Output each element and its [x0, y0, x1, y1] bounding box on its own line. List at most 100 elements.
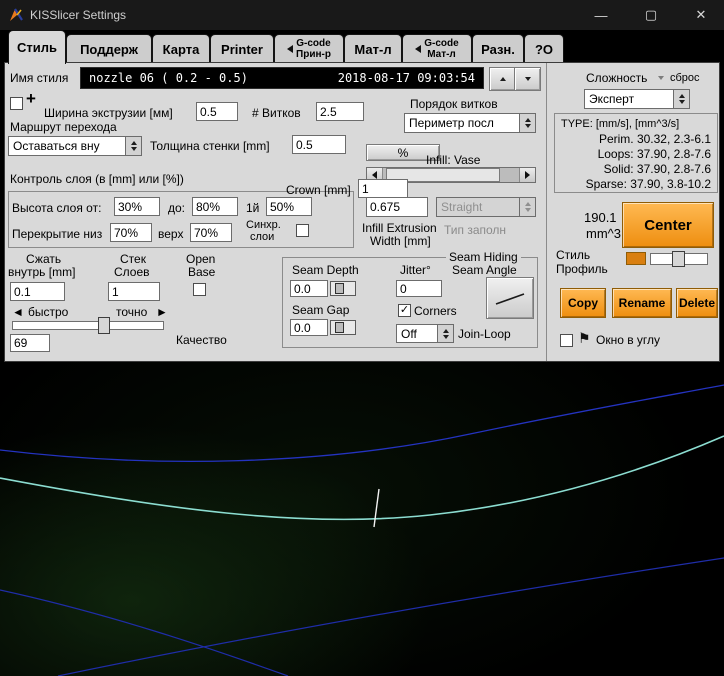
combo-arrows-icon — [125, 137, 141, 155]
inset-input[interactable] — [10, 282, 65, 301]
tab-gcode-printer[interactable]: G-code Прин-р — [274, 34, 344, 63]
layer-to-input[interactable] — [192, 197, 238, 216]
combo-arrows-icon — [437, 325, 453, 342]
loop-order-combo[interactable]: Периметр посл — [404, 113, 536, 133]
seam-marker-line — [374, 489, 379, 527]
speed-stats-box: TYPE: [mm/s], [mm^3/s] Perim. 30.32, 2.3… — [554, 113, 718, 193]
model-viewport[interactable] — [0, 362, 724, 676]
overlap-high-label: верх — [158, 227, 183, 241]
tab-style[interactable]: Стиль — [8, 30, 66, 64]
num-loops-input[interactable] — [316, 102, 364, 121]
quality-slider-track[interactable] — [12, 321, 164, 330]
quality-slider-thumb[interactable] — [98, 317, 110, 334]
fast-label: быстро — [28, 305, 68, 319]
perimeter-path-cyan — [0, 436, 724, 519]
num-loops-label: # Витков — [252, 106, 301, 120]
stack-label2: Слоев — [114, 265, 150, 279]
panel-divider — [546, 63, 547, 361]
toolpath-preview — [0, 362, 724, 676]
maximize-button[interactable]: ▢ — [628, 0, 674, 30]
layer-control-label: Контроль слоя (в [mm] или [%]) — [10, 172, 184, 186]
open-base-checkbox[interactable] — [193, 283, 206, 296]
fast-arrow-icon[interactable]: ◄ — [12, 305, 24, 319]
tab-gcode-material[interactable]: G-code Мат-л — [402, 34, 472, 63]
overlap-low-input[interactable] — [110, 223, 152, 242]
layer-from-input[interactable] — [114, 197, 160, 216]
combo-arrows-icon — [673, 90, 689, 108]
tab-misc-label: Разн. — [481, 42, 515, 57]
lower-path-blue-2 — [0, 590, 288, 676]
travel-combo[interactable]: Оставаться вну — [8, 136, 142, 156]
seam-gap-slider[interactable] — [330, 320, 356, 335]
tab-printer[interactable]: Printer — [210, 34, 274, 63]
tab-gcode-printer-line1: G-code — [296, 38, 330, 49]
seam-angle-button[interactable] — [486, 277, 534, 319]
style-new-checkbox[interactable] — [10, 97, 23, 110]
reset-arrow-icon[interactable] — [658, 76, 664, 80]
stats-perim-line: Perim. 30.32, 2.3-6.1 — [561, 132, 711, 147]
crown-input[interactable] — [358, 179, 408, 198]
sync-layers-label1: Синхр. — [246, 219, 281, 231]
tab-partial-label: ?О — [535, 42, 553, 57]
sync-layers-label2: слои — [250, 231, 274, 243]
inset-label1: Сжать — [26, 252, 61, 266]
extrusion-width-input[interactable] — [196, 102, 238, 121]
delete-button[interactable]: Delete — [676, 288, 718, 318]
close-button[interactable]: ✕ — [678, 0, 724, 30]
overlap-high-input[interactable] — [190, 223, 232, 242]
layer-first-input[interactable] — [266, 197, 312, 216]
center-button[interactable]: Center — [622, 202, 714, 248]
tab-misc[interactable]: Разн. — [472, 34, 524, 63]
seam-gap-slider-thumb[interactable] — [335, 322, 344, 333]
fine-label: точно — [116, 305, 147, 319]
inset-label2: внутрь [mm] — [8, 265, 75, 279]
crown-label: Crown [mm] — [286, 183, 351, 197]
tab-support[interactable]: Поддерж — [66, 34, 152, 63]
reset-label[interactable]: сброс — [670, 72, 700, 84]
fine-arrow-icon[interactable]: ► — [156, 305, 168, 319]
style-spin-up-button[interactable] — [489, 67, 516, 91]
add-style-icon[interactable]: + — [26, 89, 36, 109]
corner-window-checkbox[interactable] — [560, 334, 573, 347]
stack-input[interactable] — [108, 282, 160, 301]
corner-window-label: Окно в углу — [596, 333, 660, 347]
layer-from-label: Высота слоя от: — [12, 201, 101, 215]
open-base-label1: Open — [186, 252, 215, 266]
seam-depth-slider[interactable] — [330, 281, 356, 296]
sync-layers-checkbox[interactable] — [296, 224, 309, 237]
corners-checkbox[interactable]: ✓ — [398, 304, 411, 317]
infill-extrusion-input[interactable] — [366, 197, 428, 217]
join-loop-combo[interactable]: Off — [396, 324, 454, 343]
style-profile-slider-thumb[interactable] — [672, 251, 685, 267]
copy-button[interactable]: Copy — [560, 288, 606, 318]
seam-depth-label: Seam Depth — [292, 263, 359, 277]
seam-depth-slider-thumb[interactable] — [335, 283, 344, 294]
perimeter-path-blue — [0, 385, 724, 461]
style-spin-down-button[interactable] — [514, 67, 541, 91]
travel-value: Оставаться вну — [13, 139, 100, 153]
complexity-combo[interactable]: Эксперт — [584, 89, 690, 109]
wall-thickness-input[interactable] — [292, 135, 346, 154]
percent-button-label: % — [398, 146, 409, 160]
tab-material[interactable]: Мат-л — [344, 34, 402, 63]
rename-button[interactable]: Rename — [612, 288, 672, 318]
infill-type-combo[interactable]: Straight — [436, 197, 536, 217]
tab-arrow-icon — [415, 45, 421, 53]
join-loop-label: Join-Loop — [458, 327, 511, 341]
tab-matrix[interactable]: Карта — [152, 34, 210, 63]
seam-gap-input[interactable] — [290, 319, 328, 336]
style-name-combo[interactable]: nozzle 06 ( 0.2 - 0.5) 2018-08-17 09:03:… — [80, 67, 484, 89]
scroll-right-icon[interactable] — [519, 168, 535, 182]
seam-angle-label: Seam Angle — [452, 263, 517, 277]
seam-group-label: Seam Hiding — [446, 250, 521, 264]
quality-input[interactable] — [10, 334, 50, 352]
jitter-input[interactable] — [396, 280, 442, 297]
jitter-label: Jitter° — [400, 263, 431, 277]
seam-depth-input[interactable] — [290, 280, 328, 297]
minimize-button[interactable]: — — [578, 0, 624, 30]
tab-partial[interactable]: ?О — [524, 34, 564, 63]
tab-matrix-label: Карта — [163, 42, 200, 57]
stats-sparse-line: Sparse: 37.90, 3.8-10.2 — [561, 177, 711, 192]
rename-button-label: Rename — [619, 296, 666, 310]
stats-loops-line: Loops: 37.90, 2.8-7.6 — [561, 147, 711, 162]
